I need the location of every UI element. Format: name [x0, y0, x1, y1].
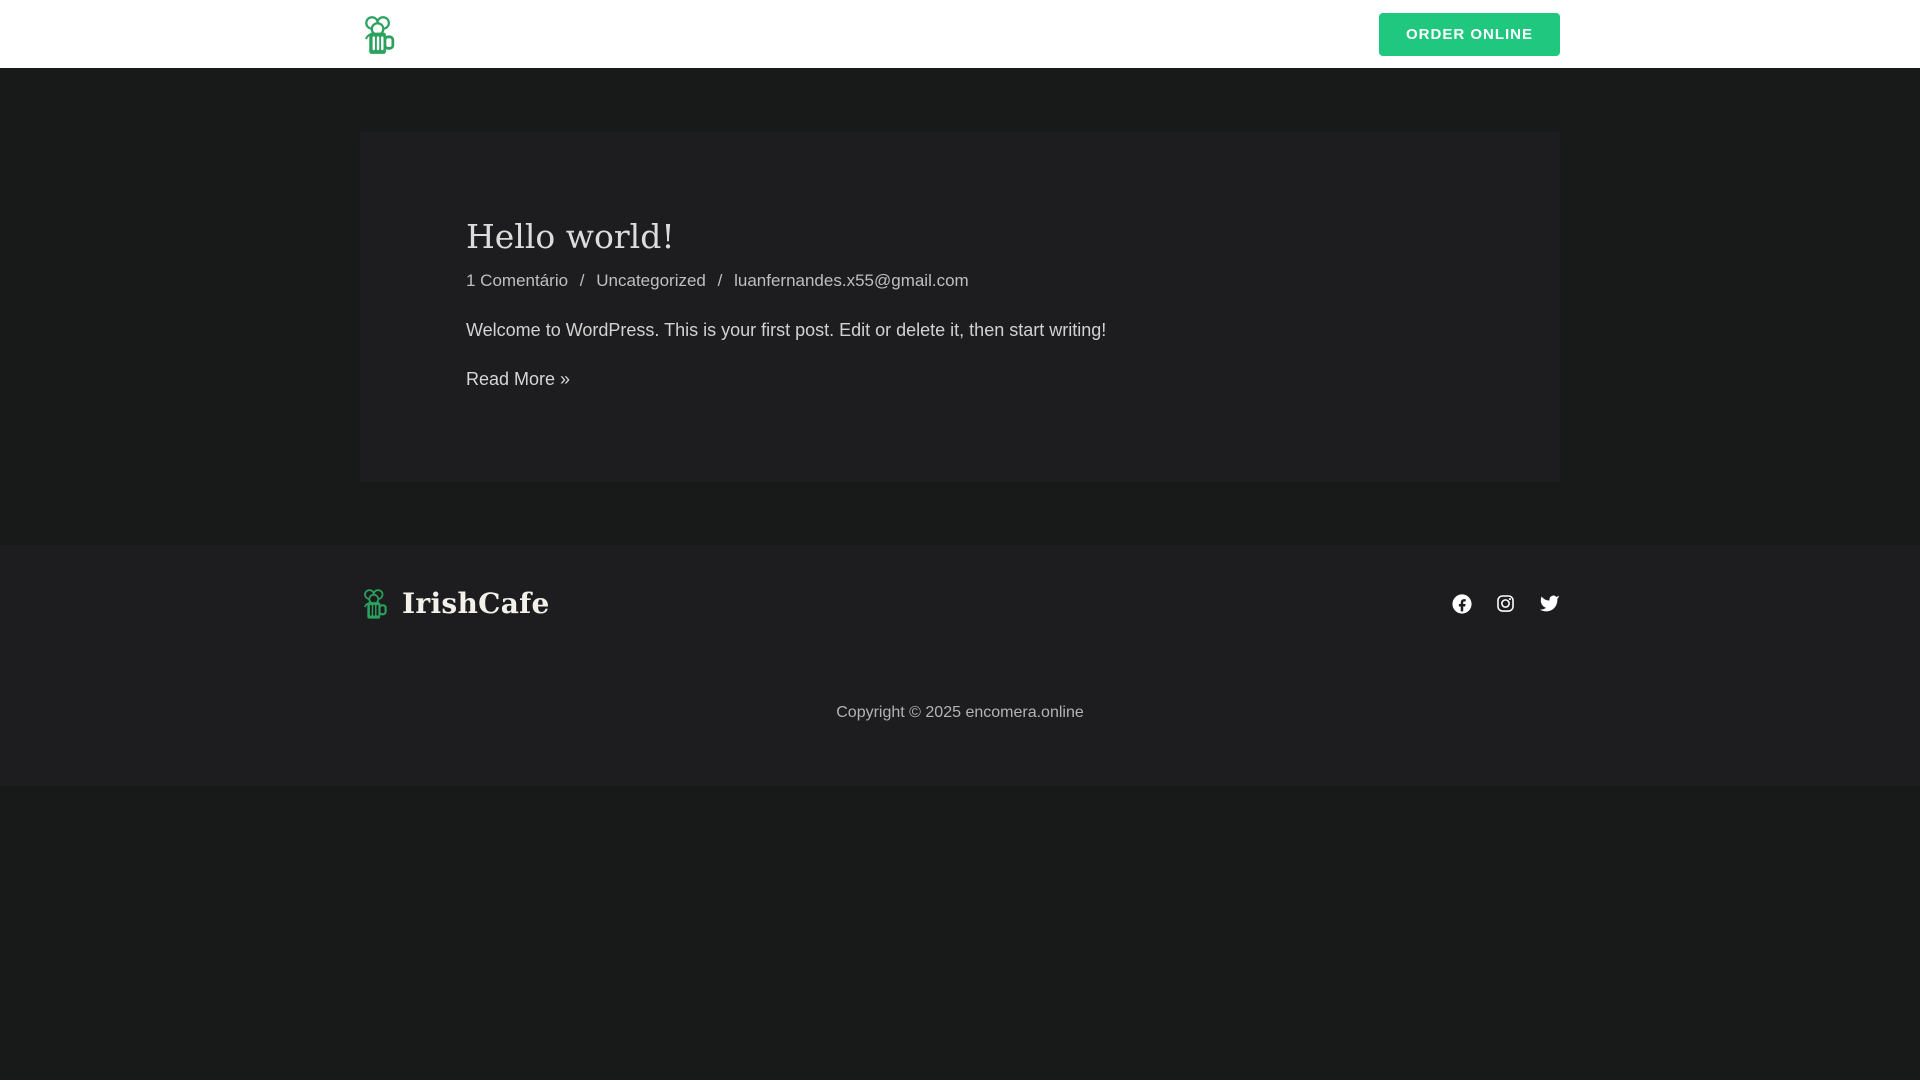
footer-brand: IrishCafe	[360, 587, 550, 620]
meta-separator: /	[579, 271, 585, 291]
instagram-icon[interactable]	[1496, 594, 1515, 613]
site-header: ORDER ONLINE	[0, 0, 1920, 68]
twitter-icon[interactable]	[1539, 593, 1560, 614]
site-footer: IrishCafe Copyright © 2025 encomera.onli…	[0, 545, 1920, 786]
social-links	[1452, 593, 1560, 614]
read-more-link[interactable]: Read More »	[466, 369, 570, 390]
post-comments-link[interactable]: 1 Comentário	[466, 271, 568, 290]
main-content: Hello world! 1 Comentário / Uncategorize…	[0, 68, 1920, 545]
post-meta: 1 Comentário / Uncategorized / luanferna…	[466, 269, 1454, 293]
order-online-button[interactable]: ORDER ONLINE	[1378, 12, 1560, 56]
post-title: Hello world!	[466, 216, 1454, 257]
beer-mug-shamrock-icon	[364, 589, 387, 619]
meta-separator: /	[717, 271, 723, 291]
post-card: Hello world! 1 Comentário / Uncategorize…	[360, 132, 1560, 482]
copyright-text: Copyright © 2025 encomera.online	[836, 704, 1084, 721]
site-logo-link[interactable]	[360, 13, 397, 56]
post-excerpt: Welcome to WordPress. This is your first…	[466, 320, 1107, 341]
post-category-link[interactable]: Uncategorized	[596, 271, 706, 290]
post-author-link[interactable]: luanfernandes.x55@gmail.com	[734, 271, 969, 290]
post-title-link[interactable]: Hello world!	[466, 217, 675, 256]
facebook-icon[interactable]	[1452, 593, 1472, 614]
beer-mug-shamrock-icon	[365, 15, 395, 54]
footer-brand-name: IrishCafe	[402, 587, 550, 620]
